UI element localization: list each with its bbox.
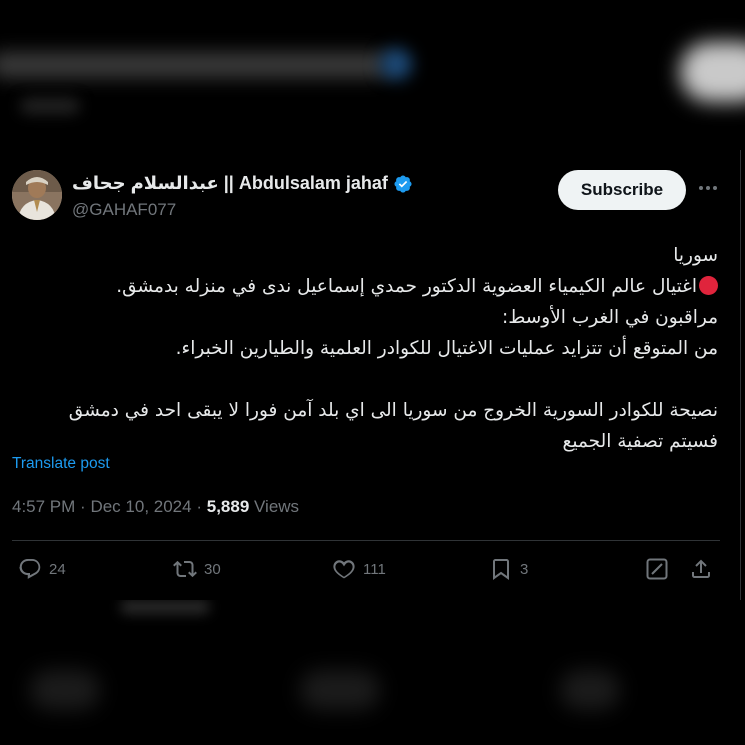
- like-button[interactable]: 111: [332, 556, 386, 582]
- share-button[interactable]: [689, 556, 713, 582]
- grok-button[interactable]: [645, 556, 669, 582]
- bookmark-count: 3: [520, 560, 529, 578]
- post-date[interactable]: Dec 10, 2024: [90, 497, 191, 516]
- subscribe-button[interactable]: Subscribe: [558, 170, 686, 210]
- views-count: 5,889: [206, 497, 250, 516]
- reply-button[interactable]: 24: [18, 556, 66, 582]
- blurred-text: [120, 600, 210, 614]
- blurred-badge: [380, 48, 412, 80]
- post-line: من المتوقع أن تتزايد عمليات الاغتيال للك…: [175, 338, 718, 359]
- post-line: مراقبون في الغرب الأوسط:: [502, 307, 718, 328]
- bookmark-button[interactable]: 3: [489, 556, 528, 582]
- post-line: نصيحة للكوادر السورية الخروج من سوريا ال…: [68, 400, 718, 421]
- author-handle[interactable]: @GAHAF077: [72, 200, 176, 220]
- divider: [12, 540, 720, 541]
- meta-separator: ·: [196, 497, 202, 516]
- blurred-icon: [300, 670, 380, 710]
- more-icon[interactable]: [696, 176, 720, 200]
- author-name-row[interactable]: عبدالسلام جحاف || Abdulsalam jahaf: [72, 173, 413, 194]
- post-metadata: 4:57 PM · Dec 10, 2024 · 5,889 Views: [12, 497, 299, 517]
- share-icon: [692, 559, 710, 578]
- red-circle-emoji-icon: [699, 276, 718, 295]
- post-text: سوريا اغتيال عالم الكيمياء العضوية الدكت…: [12, 240, 718, 457]
- like-count: 111: [363, 560, 386, 578]
- blurred-background-top: [0, 0, 745, 150]
- post-line: فسيتم تصفية الجميع: [562, 431, 718, 452]
- blurred-header-text: [0, 52, 390, 78]
- reply-icon: [19, 559, 41, 579]
- post-line-with-emoji: اغتيال عالم الكيمياء العضوية الدكتور حمد…: [12, 271, 718, 302]
- repost-button[interactable]: 30: [173, 556, 221, 582]
- post-time[interactable]: 4:57 PM: [12, 497, 75, 516]
- translate-post-link[interactable]: Translate post: [12, 455, 110, 473]
- meta-separator: ·: [80, 497, 86, 516]
- reply-count: 24: [49, 560, 66, 578]
- post-card: عبدالسلام جحاف || Abdulsalam jahaf @GAHA…: [0, 150, 741, 600]
- blurred-subtext: [20, 98, 80, 114]
- repost-count: 30: [204, 560, 221, 578]
- avatar-image: [12, 170, 62, 220]
- blurred-icon: [30, 670, 100, 710]
- blurred-background-bottom: [0, 600, 745, 745]
- post-line: اغتيال عالم الكيمياء العضوية الدكتور حمد…: [116, 276, 697, 297]
- repost-icon: [173, 560, 197, 578]
- views-label: Views: [254, 497, 300, 516]
- blurred-icon: [560, 670, 620, 710]
- like-icon: [333, 560, 355, 579]
- bookmark-icon: [493, 559, 509, 580]
- author-display-name[interactable]: عبدالسلام جحاف || Abdulsalam jahaf: [72, 173, 388, 194]
- verified-badge-icon: [394, 174, 412, 193]
- avatar[interactable]: [12, 170, 62, 220]
- post-line: سوريا: [673, 245, 718, 266]
- post-blank-line: [12, 364, 718, 395]
- blurred-button: [680, 42, 745, 102]
- grok-icon: [646, 558, 668, 580]
